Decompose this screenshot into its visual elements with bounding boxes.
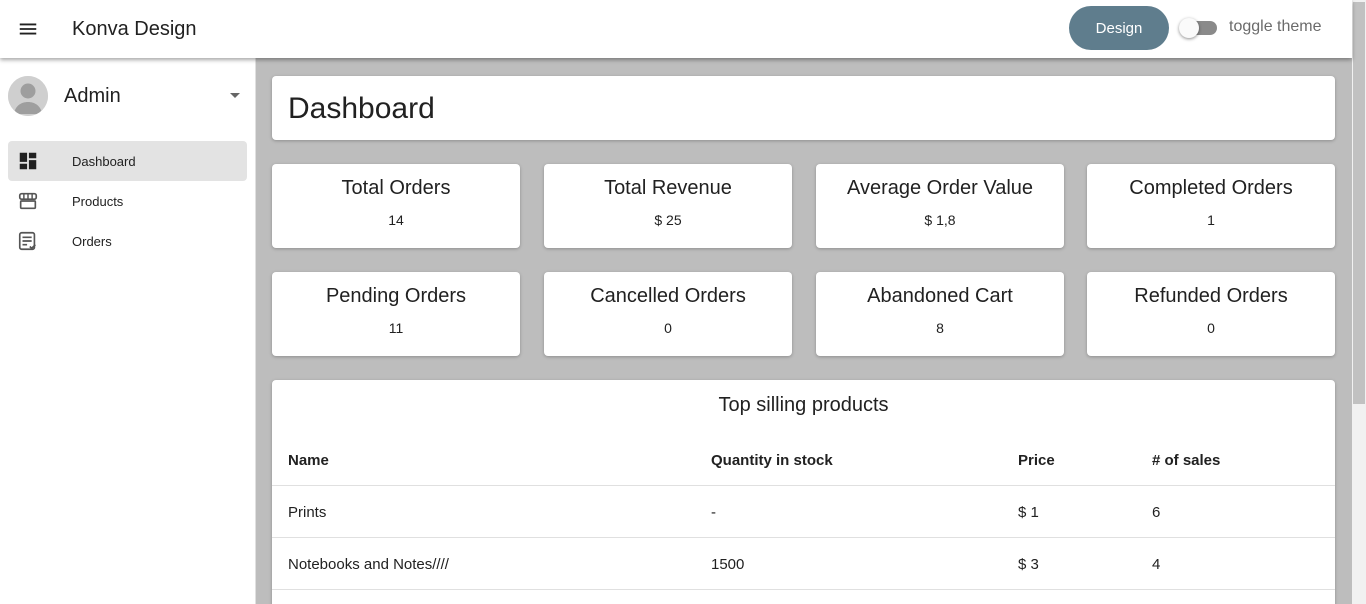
sidebar-nav: Dashboard Products Orders: [8, 141, 247, 261]
stat-value: 11: [388, 320, 404, 336]
stat-title: Average Order Value: [846, 177, 1034, 199]
sidebar-item-products[interactable]: Products: [8, 181, 247, 221]
stat-title: Refunded Orders: [1134, 285, 1288, 307]
stat-title: Completed Orders: [1129, 177, 1293, 199]
sidebar-item-label: Dashboard: [72, 153, 136, 169]
user-menu[interactable]: Admin: [8, 76, 248, 116]
theme-toggle-switch[interactable]: [1179, 18, 1219, 38]
stat-value: 14: [388, 212, 404, 228]
cell-quantity: -: [711, 504, 716, 521]
stat-card-pending-orders: Pending Orders 11: [272, 272, 520, 356]
menu-button[interactable]: [0, 1, 56, 57]
stat-title: Total Orders: [341, 177, 451, 199]
toggle-thumb: [1179, 18, 1199, 38]
storefront-icon: [8, 181, 48, 221]
stat-value: 0: [1207, 320, 1215, 336]
sidebar-item-dashboard[interactable]: Dashboard: [8, 141, 247, 181]
column-header-name[interactable]: Name: [288, 452, 329, 469]
stat-title: Total Revenue: [604, 177, 732, 199]
stat-card-completed-orders: Completed Orders 1: [1087, 164, 1335, 248]
cell-quantity: 1500: [711, 556, 745, 573]
dashboard-icon: [8, 141, 48, 181]
dropdown-arrow-icon: [230, 93, 240, 98]
stat-card-refunded-orders: Refunded Orders 0: [1087, 272, 1335, 356]
stat-value: 1: [1207, 212, 1215, 228]
page-header-card: Dashboard: [272, 76, 1335, 140]
table-header-row: Name Quantity in stock Price # of sales: [272, 434, 1335, 486]
cell-name: Notebooks and Notes////: [288, 556, 449, 573]
sidebar-item-label: Products: [72, 193, 124, 209]
column-header-quantity[interactable]: Quantity in stock: [711, 452, 833, 469]
stat-value: $ 1,8: [924, 212, 956, 228]
stat-title: Abandoned Cart: [867, 285, 1013, 307]
cell-sales: 4: [1152, 556, 1161, 573]
stat-card-total-revenue: Total Revenue $ 25: [544, 164, 792, 248]
cell-name: Prints: [288, 504, 327, 521]
hamburger-menu-icon: [19, 23, 37, 35]
cell-price: $ 3: [1018, 556, 1039, 573]
app-title: Konva Design: [72, 17, 197, 40]
page-scrollbar[interactable]: [1352, 0, 1366, 604]
top-products-table-card: Top silling products Name Quantity in st…: [272, 380, 1335, 604]
cell-price: $ 1: [1018, 504, 1039, 521]
page-title: Dashboard: [288, 92, 435, 125]
table-row[interactable]: Prints - $ 1 6: [272, 486, 1335, 538]
sidebar: Admin Dashboard Products Orders: [0, 58, 256, 604]
scrollbar-thumb[interactable]: [1353, 2, 1365, 404]
column-header-price[interactable]: Price: [1018, 452, 1055, 469]
avatar: [8, 76, 48, 116]
column-header-sales[interactable]: # of sales: [1152, 452, 1220, 469]
table-row[interactable]: Notebooks and Notes//// 1500 $ 3 4: [272, 538, 1335, 590]
main-content: Dashboard Total Orders 14 Total Revenue …: [256, 58, 1352, 604]
stat-card-abandoned-cart: Abandoned Cart 8: [816, 272, 1064, 356]
stat-value: 8: [936, 320, 944, 336]
top-app-bar: Konva Design Design toggle theme: [0, 0, 1352, 58]
toggle-theme-label: toggle theme: [1229, 18, 1322, 35]
person-icon: [8, 76, 48, 116]
user-name: Admin: [64, 84, 121, 107]
stat-value: $ 25: [654, 212, 682, 228]
sidebar-item-orders[interactable]: Orders: [8, 221, 247, 261]
stat-title: Pending Orders: [325, 285, 467, 307]
table-title: Top silling products: [718, 394, 889, 416]
stat-card-average-order-value: Average Order Value $ 1,8: [816, 164, 1064, 248]
cell-sales: 6: [1152, 504, 1161, 521]
stat-card-total-orders: Total Orders 14: [272, 164, 520, 248]
sidebar-item-label: Orders: [72, 233, 112, 249]
orders-list-icon: [8, 221, 48, 261]
stat-title: Cancelled Orders: [590, 285, 746, 307]
stat-card-cancelled-orders: Cancelled Orders 0: [544, 272, 792, 356]
stat-value: 0: [664, 320, 672, 336]
design-button[interactable]: Design: [1069, 6, 1169, 50]
